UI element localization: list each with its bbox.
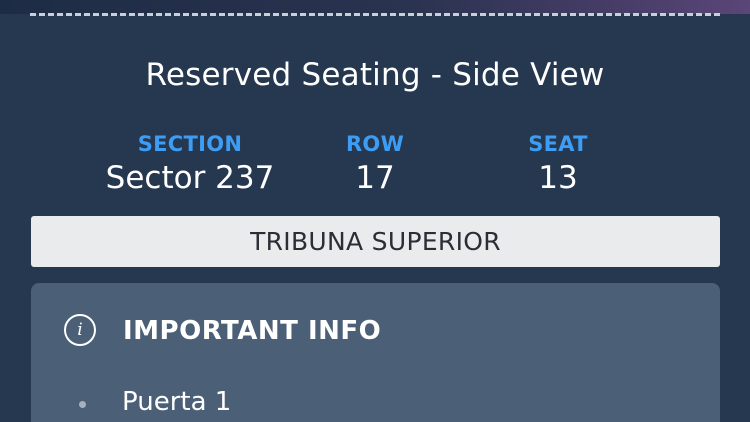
row-value: 17: [355, 160, 395, 196]
section-info: SECTION Sector 237: [90, 130, 290, 198]
row-label: ROW: [345, 132, 405, 156]
seat-info: SEAT 13: [458, 130, 658, 198]
info-item-text: Puerta 1: [122, 387, 232, 417]
seat-value: 13: [538, 160, 578, 196]
ticket-header-strip: [0, 0, 750, 14]
section-label: SECTION: [137, 132, 243, 156]
important-info-heading: IMPORTANT INFO: [123, 316, 382, 346]
important-info-card[interactable]: i IMPORTANT INFO Puerta 1: [31, 283, 720, 422]
seat-label: SEAT: [528, 132, 588, 156]
section-value: Sector 237: [105, 160, 275, 196]
bullet-icon: [79, 401, 86, 408]
ticket-perforation-divider: [30, 13, 720, 16]
info-icon: i: [64, 314, 96, 346]
seating-area-bar: TRIBUNA SUPERIOR: [31, 216, 720, 267]
ticket-title: Reserved Seating - Side View: [145, 57, 605, 93]
row-info: ROW 17: [275, 130, 475, 198]
